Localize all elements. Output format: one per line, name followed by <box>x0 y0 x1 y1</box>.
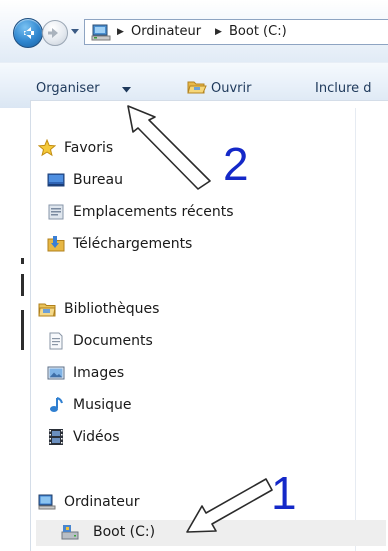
nav-item-label: Bureau <box>73 172 123 188</box>
breadcrumb-separator[interactable]: ▶ <box>117 27 124 37</box>
breadcrumb-boot[interactable]: Boot (C:) <box>229 24 287 39</box>
nav-item-bureau[interactable]: Bureau <box>47 169 247 193</box>
nav-item-images[interactable]: Images <box>47 362 247 386</box>
nav-item-label: Documents <box>73 333 153 349</box>
nav-item-recent-places[interactable]: Emplacements récents <box>47 201 297 225</box>
nav-favorites-label: Favoris <box>64 140 114 156</box>
film-icon <box>49 429 63 445</box>
nav-item-label: Emplacements récents <box>73 204 234 220</box>
breadcrumb-separator[interactable]: ▶ <box>215 27 222 37</box>
address-box[interactable]: ▶ Ordinateur ▶ Boot (C:) <box>84 19 388 45</box>
nav-computer-label: Ordinateur <box>64 494 140 510</box>
nav-item-boot-drive[interactable]: Boot (C:) <box>36 520 386 546</box>
nav-item-label: Boot (C:) <box>93 524 156 540</box>
annotation-number-2: 2 <box>223 138 249 190</box>
nav-item-downloads[interactable]: Téléchargements <box>47 233 297 257</box>
forward-arrow-icon <box>48 28 58 38</box>
downloads-folder-icon <box>47 236 65 252</box>
breadcrumb-ordinateur[interactable]: Ordinateur <box>131 24 201 39</box>
music-note-icon <box>50 397 63 412</box>
pane-divider[interactable] <box>355 108 356 551</box>
navigation-pane <box>30 100 388 551</box>
nav-item-label: Musique <box>73 397 132 413</box>
nav-item-videos[interactable]: Vidéos <box>47 426 247 450</box>
folder-open-icon <box>187 81 207 94</box>
recent-pages-dropdown[interactable] <box>70 26 80 36</box>
recent-places-icon <box>48 204 64 220</box>
nav-item-label: Téléchargements <box>73 236 193 252</box>
pictures-icon <box>47 366 65 380</box>
organize-menu-button[interactable]: Organiser <box>36 81 100 96</box>
background-window-edge <box>0 108 30 551</box>
nav-favorites[interactable]: Favoris <box>38 137 238 161</box>
nav-item-music[interactable]: Musique <box>47 394 247 418</box>
hard-drive-icon <box>61 525 79 540</box>
include-in-library-button[interactable]: Inclure d <box>315 81 372 96</box>
desktop-icon <box>47 173 65 187</box>
star-icon <box>38 139 56 157</box>
open-button[interactable]: Ouvrir <box>211 81 251 96</box>
annotation-number-1: 1 <box>271 467 297 519</box>
explorer-window: ▶ Ordinateur ▶ Boot (C:) Organiser Ouvri… <box>0 0 388 551</box>
nav-libraries-label: Bibliothèques <box>64 301 160 317</box>
computer-icon <box>91 24 111 41</box>
libraries-icon <box>38 303 56 317</box>
address-bar-region: ▶ Ordinateur ▶ Boot (C:) <box>0 0 388 62</box>
document-icon <box>49 332 63 350</box>
nav-libraries[interactable]: Bibliothèques <box>38 298 238 322</box>
nav-item-documents[interactable]: Documents <box>47 330 247 354</box>
nav-item-label: Vidéos <box>73 429 120 445</box>
forward-button[interactable] <box>42 20 68 46</box>
back-arrow-icon <box>24 27 34 39</box>
back-button[interactable] <box>13 18 43 48</box>
nav-computer[interactable]: Ordinateur <box>38 491 238 515</box>
chevron-down-icon[interactable] <box>122 87 131 93</box>
nav-item-label: Images <box>73 365 125 381</box>
computer-icon <box>38 494 56 510</box>
